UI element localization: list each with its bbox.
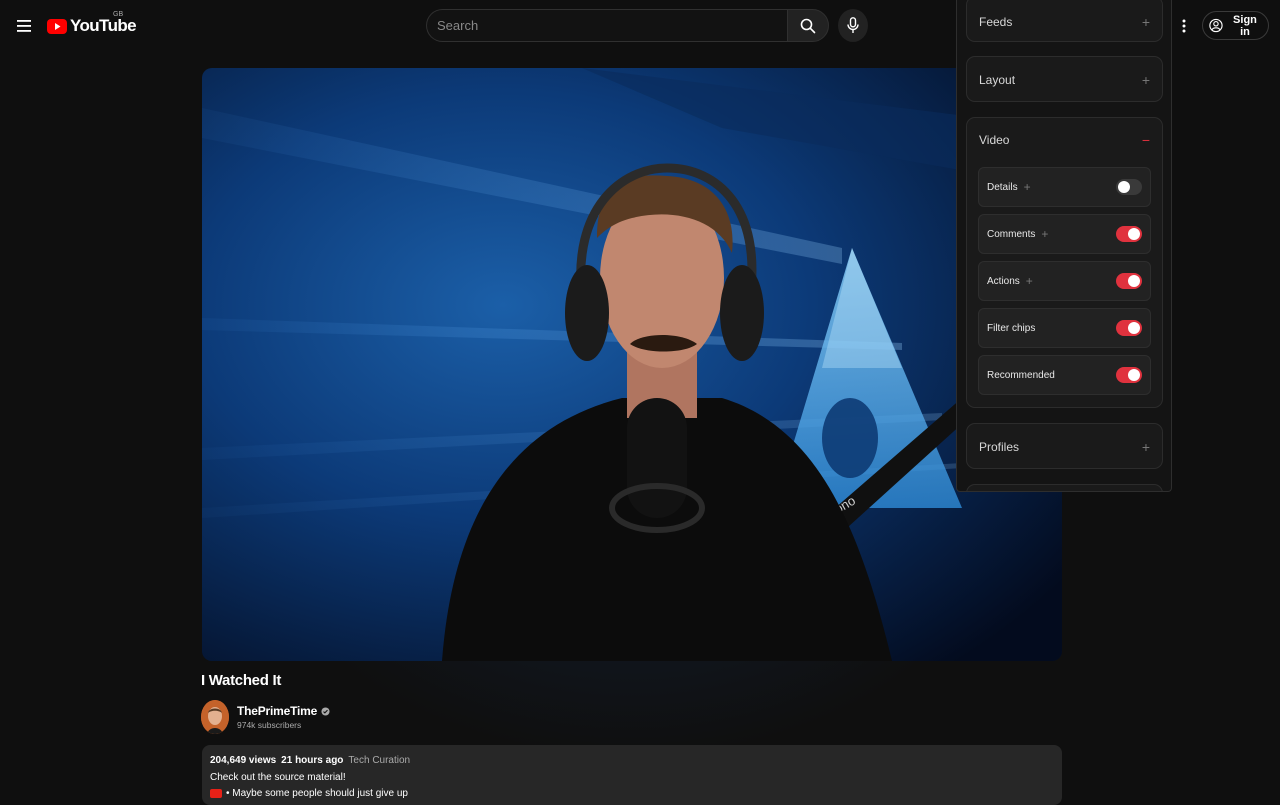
option-label: Actions + (987, 274, 1033, 288)
youtube-link-icon (210, 789, 222, 798)
section-profiles[interactable]: Profiles + (966, 423, 1163, 469)
description-stats: 204,649 views 21 hours ago Tech Curation (210, 755, 1054, 766)
youtube-play-icon (47, 18, 67, 34)
option-details: Details + (978, 167, 1151, 207)
option-comments-label: Comments (987, 228, 1036, 240)
toggle-knob (1128, 228, 1140, 240)
toggle-filter-chips[interactable] (1116, 320, 1142, 336)
option-label: Filter chips (987, 323, 1035, 334)
section-layout-header[interactable]: Layout + (967, 57, 1162, 103)
video-player[interactable]: maono (202, 68, 1062, 661)
expand-plus-icon[interactable]: + (1024, 180, 1031, 194)
search-icon (800, 18, 816, 33)
channel-avatar[interactable] (201, 700, 229, 734)
mic-icon (847, 17, 859, 33)
section-profiles-title: Profiles (979, 440, 1020, 454)
video-frame: maono (202, 68, 1062, 661)
subscriber-count: 974k subscribers (237, 720, 302, 730)
option-filter-chips-label: Filter chips (987, 322, 1036, 334)
expand-plus-icon[interactable]: + (1142, 440, 1150, 454)
expand-plus-icon[interactable]: + (1041, 227, 1048, 241)
expand-plus-icon[interactable]: + (1026, 274, 1033, 288)
voice-search-button[interactable] (838, 9, 868, 42)
video-title: I Watched It (201, 672, 282, 689)
description-box[interactable]: 204,649 views 21 hours ago Tech Curation… (202, 745, 1062, 805)
option-comments: Comments + (978, 214, 1151, 254)
avatar-image (201, 700, 229, 734)
hashtag-link[interactable]: Tech Curation (348, 755, 410, 766)
toggle-knob (1118, 181, 1130, 193)
description-link[interactable]: • Maybe some people should just give up (226, 788, 408, 799)
option-details-label: Details (987, 181, 1018, 193)
channel-name[interactable]: ThePrimeTime (237, 704, 317, 718)
option-actions: Actions + (978, 261, 1151, 301)
more-vert-icon (1182, 19, 1186, 33)
section-video: Video − Details + Comments + Actions + F… (966, 117, 1163, 408)
option-recommended-label: Recommended (987, 369, 1055, 381)
section-feeds-header[interactable]: Feeds + (967, 0, 1162, 43)
youtube-logo[interactable]: YouTube GB (47, 11, 137, 37)
description-line: Check out the source material! (210, 772, 346, 783)
menu-button[interactable] (12, 14, 36, 38)
collapse-minus-icon[interactable]: − (1142, 133, 1150, 147)
toggle-comments[interactable] (1116, 226, 1142, 242)
section-feeds[interactable]: Feeds + (966, 0, 1163, 42)
expand-plus-icon[interactable]: + (1142, 73, 1150, 87)
description-link-row[interactable]: • Maybe some people should just give up (210, 788, 1054, 799)
upload-age: 21 hours ago (281, 755, 344, 766)
toggle-details[interactable] (1116, 179, 1142, 195)
search-input[interactable] (426, 9, 787, 42)
section-video-title: Video (979, 133, 1010, 147)
toggle-actions[interactable] (1116, 273, 1142, 289)
section-profiles-header[interactable]: Profiles + (967, 424, 1162, 470)
sign-in-button[interactable]: Sign in (1202, 11, 1269, 40)
option-recommended: Recommended (978, 355, 1151, 395)
settings-panel: Feeds + Layout + Video − Details + Comme… (956, 0, 1172, 492)
section-video-header[interactable]: Video − (967, 118, 1162, 162)
search-button[interactable] (787, 9, 829, 42)
verified-icon (321, 706, 330, 716)
section-layout[interactable]: Layout + (966, 56, 1163, 102)
logo-wordmark: YouTube (70, 16, 137, 35)
toggle-recommended[interactable] (1116, 367, 1142, 383)
section-layout-title: Layout (979, 73, 1016, 87)
country-code: GB (113, 11, 124, 18)
settings-more-button[interactable] (1174, 14, 1194, 38)
channel-meta: ThePrimeTime 974k subscribers (237, 704, 330, 730)
option-filter-chips: Filter chips (978, 308, 1151, 348)
menu-icon (17, 20, 31, 32)
toggle-knob (1128, 275, 1140, 287)
view-count: 204,649 views (210, 755, 277, 766)
option-label: Comments + (987, 227, 1048, 241)
toggle-knob (1128, 369, 1140, 381)
channel-name-row[interactable]: ThePrimeTime (237, 704, 330, 718)
expand-plus-icon[interactable]: + (1142, 15, 1150, 29)
section-next-partial[interactable] (966, 484, 1163, 491)
account-icon (1209, 18, 1223, 33)
search-bar (426, 9, 829, 42)
section-feeds-title: Feeds (979, 15, 1013, 29)
option-label: Details + (987, 180, 1031, 194)
sign-in-label: Sign in (1233, 13, 1257, 38)
option-label: Recommended (987, 370, 1055, 381)
option-actions-label: Actions (987, 275, 1020, 287)
toggle-knob (1128, 322, 1140, 334)
channel-row: ThePrimeTime 974k subscribers (201, 700, 330, 734)
